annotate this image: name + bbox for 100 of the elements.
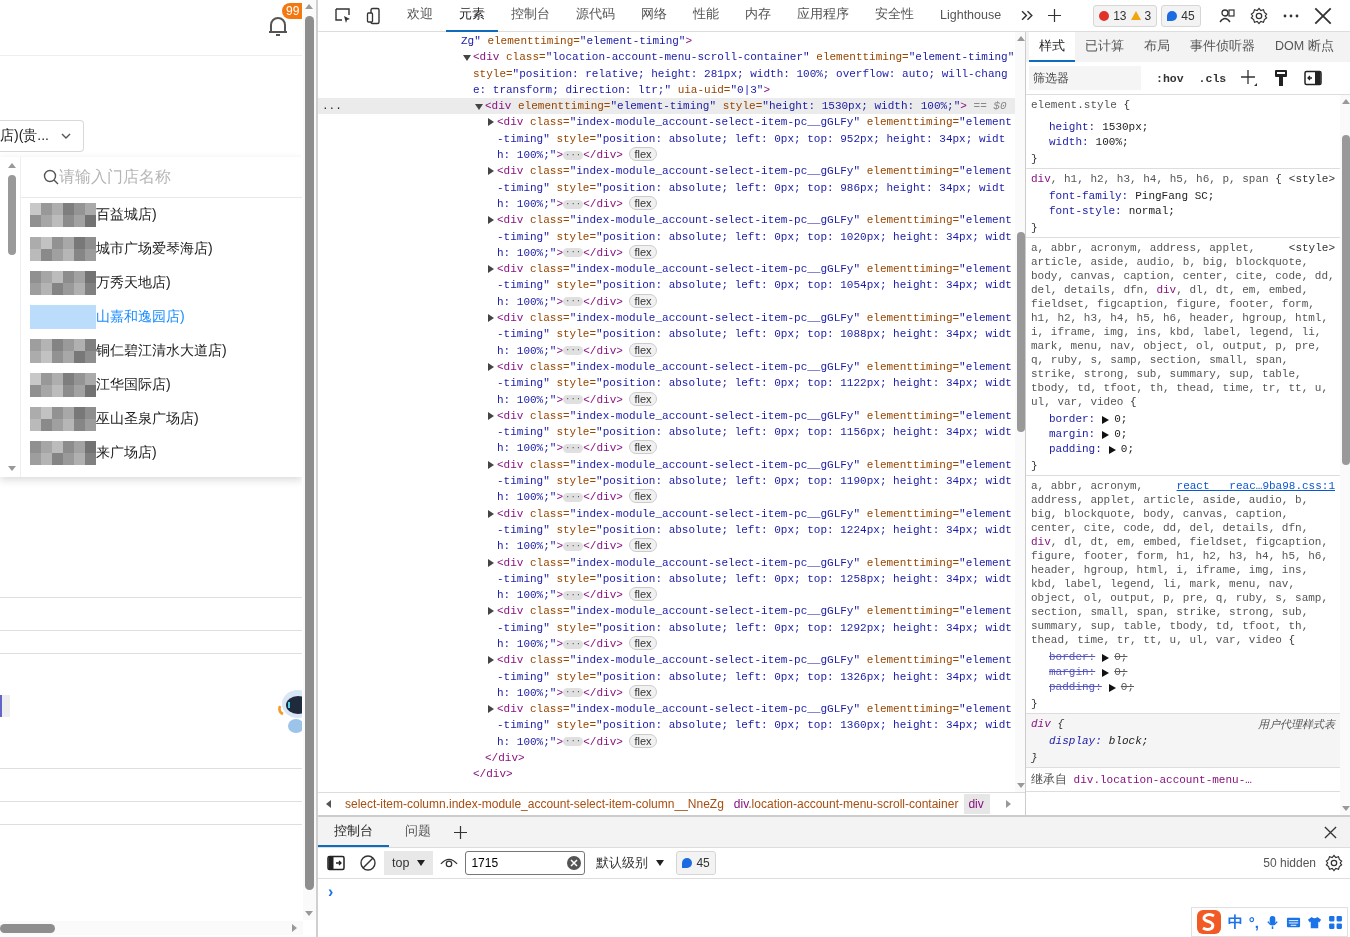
property-name[interactable]: padding:: [1049, 680, 1102, 695]
devtools-tab[interactable]: 安全性: [862, 0, 927, 32]
close-icon[interactable]: [1313, 6, 1332, 25]
collapsed-arrow-icon[interactable]: [488, 607, 494, 616]
property-value[interactable]: 0;: [1114, 427, 1128, 442]
styles-tab[interactable]: 布局: [1134, 32, 1180, 62]
expand-arrow-icon[interactable]: [1108, 445, 1116, 454]
styles-tab[interactable]: 已计算: [1075, 32, 1134, 62]
property-value[interactable]: block;: [1108, 734, 1149, 749]
devtools-tab[interactable]: 欢迎: [394, 0, 446, 32]
issues-counter[interactable]: 13 3: [1093, 4, 1158, 27]
horizontal-scrollbar[interactable]: [0, 921, 303, 935]
more-tabs-icon[interactable]: [1021, 9, 1035, 22]
log-level-dropdown[interactable]: 默认级别: [596, 854, 665, 872]
console-filter-field[interactable]: 1715: [465, 851, 586, 875]
property-value[interactable]: 0;: [1114, 650, 1128, 665]
sidebar-toggle-icon[interactable]: [327, 854, 345, 872]
messages-counter[interactable]: 45: [676, 851, 716, 875]
property-value[interactable]: 0;: [1120, 442, 1134, 457]
expand-arrow-icon[interactable]: [1102, 430, 1110, 439]
collapsed-arrow-icon[interactable]: [488, 460, 494, 469]
add-tab-icon[interactable]: [1048, 9, 1062, 22]
bell-icon[interactable]: [266, 14, 290, 38]
store-option[interactable]: 万秀天地店): [21, 266, 302, 300]
collapsed-arrow-icon[interactable]: [488, 509, 494, 518]
collapsed-arrow-icon[interactable]: [488, 656, 494, 665]
devtools-tab[interactable]: 源代码: [563, 0, 628, 32]
collapsed-arrow-icon[interactable]: [488, 167, 494, 176]
scroll-down-arrow-icon[interactable]: [8, 466, 16, 471]
scroll-up-arrow-icon[interactable]: [8, 163, 16, 168]
property-value[interactable]: 1530px;: [1102, 120, 1149, 135]
shirt-icon[interactable]: [1307, 914, 1322, 930]
collapsed-arrow-icon[interactable]: [488, 118, 494, 127]
console-prompt[interactable]: ›: [328, 883, 334, 900]
grid-icon[interactable]: [1328, 914, 1343, 930]
expanded-arrow-icon[interactable]: [475, 104, 483, 111]
drawer-tab[interactable]: 问题: [389, 817, 447, 847]
collapsed-arrow-icon[interactable]: [488, 216, 494, 225]
close-icon[interactable]: [1324, 825, 1337, 839]
styles-tab[interactable]: 事件侦听器: [1180, 32, 1265, 62]
expand-arrow-icon[interactable]: [1108, 683, 1116, 692]
settings-icon[interactable]: [1249, 6, 1268, 25]
ime-logo-icon[interactable]: [1195, 909, 1222, 935]
property-name[interactable]: border:: [1049, 412, 1096, 427]
property-value[interactable]: 0;: [1120, 680, 1134, 695]
page-scrollbar[interactable]: [303, 0, 316, 920]
property-name[interactable]: display:: [1049, 734, 1102, 749]
settings-icon[interactable]: [1325, 854, 1343, 872]
collapsed-arrow-icon[interactable]: [488, 362, 494, 371]
property-value[interactable]: 0;: [1114, 665, 1128, 680]
drawer-tab[interactable]: 控制台: [318, 817, 389, 847]
devtools-tab[interactable]: 内存: [732, 0, 784, 32]
property-name[interactable]: font-family:: [1049, 189, 1129, 204]
devtools-tab[interactable]: 应用程序: [784, 0, 862, 32]
store-option[interactable]: 铜仁碧江清水大道店): [21, 334, 302, 368]
messages-counter[interactable]: 45: [1161, 4, 1201, 27]
store-option[interactable]: 百益城店): [21, 198, 302, 232]
add-tab-icon[interactable]: [454, 825, 467, 839]
collapsed-arrow-icon[interactable]: [488, 265, 494, 274]
filter-field[interactable]: 筛选器: [1029, 66, 1141, 90]
collapsed-arrow-icon[interactable]: [488, 558, 494, 567]
property-value[interactable]: 100%;: [1095, 135, 1129, 150]
store-select[interactable]: 店)(贵...: [0, 120, 84, 152]
store-option[interactable]: 山嘉和逸园店): [21, 300, 302, 334]
punctuation-toggle[interactable]: °,: [1248, 913, 1259, 931]
microphone-icon[interactable]: [1265, 914, 1280, 930]
expand-arrow-icon[interactable]: [1102, 415, 1110, 424]
property-name[interactable]: padding:: [1049, 442, 1102, 457]
input-mode-toggle[interactable]: 中: [1227, 912, 1243, 932]
devtools-tab[interactable]: 控制台: [498, 0, 563, 32]
state-toggle-button[interactable]: :hov: [1156, 71, 1184, 85]
property-name[interactable]: margin:: [1049, 427, 1096, 442]
expanded-arrow-icon[interactable]: [463, 55, 471, 62]
collapsed-arrow-icon[interactable]: [488, 411, 494, 420]
devtools-tab[interactable]: Lighthouse: [927, 0, 1015, 32]
store-option[interactable]: 江华国际店): [21, 368, 302, 402]
property-name[interactable]: width:: [1049, 135, 1089, 150]
scroll-left-icon[interactable]: [326, 800, 331, 808]
clear-field-icon[interactable]: [567, 856, 582, 870]
devtools-tab[interactable]: 网络: [628, 0, 680, 32]
store-option[interactable]: 城市广场爱琴海店): [21, 232, 302, 266]
elements-scrollbar[interactable]: [1015, 32, 1025, 792]
breadcrumb[interactable]: select-item-column.index-module_account-select-item-column__NneZg: [341, 794, 730, 814]
property-name[interactable]: margin:: [1049, 665, 1096, 680]
devtools-tab[interactable]: 性能: [680, 0, 732, 32]
property-name[interactable]: font-style:: [1049, 204, 1122, 219]
scroll-right-icon[interactable]: [1005, 800, 1011, 808]
property-name[interactable]: height:: [1049, 120, 1096, 135]
context-dropdown[interactable]: top: [384, 851, 434, 875]
property-value[interactable]: PingFang SC;: [1135, 189, 1215, 204]
breadcrumb[interactable]: div.location-account-menu-scroll-container: [729, 794, 965, 814]
node-actions-dots[interactable]: ...: [322, 98, 342, 115]
clear-console-icon[interactable]: [359, 854, 377, 872]
sidebar-toggle-icon[interactable]: [1304, 69, 1323, 87]
property-value[interactable]: normal;: [1128, 204, 1175, 219]
state-toggle-button[interactable]: .cls: [1198, 71, 1227, 85]
breadcrumb[interactable]: div: [964, 794, 990, 814]
inherited-selector[interactable]: div.location-account-menu-…: [1073, 774, 1252, 786]
styles-tab[interactable]: DOM 断点: [1265, 32, 1344, 62]
styles-tab[interactable]: 样式: [1029, 32, 1075, 62]
